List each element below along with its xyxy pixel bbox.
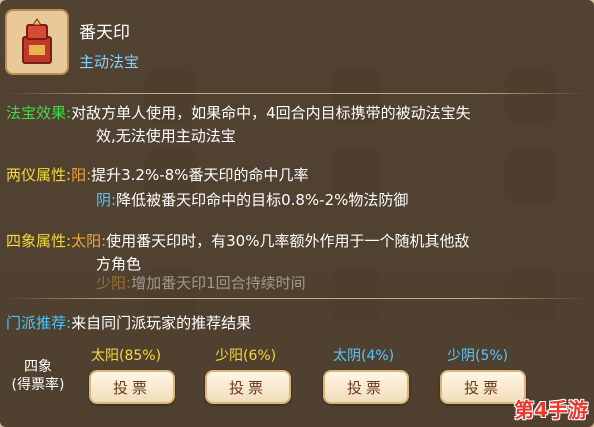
effect-label: 法宝效果: bbox=[6, 104, 72, 122]
site-watermark-logo: 第4手游 bbox=[504, 397, 588, 423]
recommend-label: 门派推荐: bbox=[6, 314, 72, 332]
yin-text: 降低被番天印命中的目标0.8%-2%物法防御 bbox=[116, 191, 409, 209]
vote-option-taiyin-label: 太阴(4%) bbox=[333, 348, 395, 364]
taiyang-key: 太阳: bbox=[71, 232, 107, 250]
item-type: 主动法宝 bbox=[79, 53, 140, 71]
vote-heading: 四象 (得票率) bbox=[4, 358, 72, 394]
recommend-text: 来自同门派玩家的推荐结果 bbox=[71, 314, 252, 332]
liangyi-label: 两仪属性: bbox=[6, 166, 72, 184]
vote-button-shaoyang[interactable]: 投票 bbox=[205, 370, 291, 404]
effect-line-2: 效,无法使用主动法宝 bbox=[96, 127, 236, 145]
liangyi-row-yang: 两仪属性:阳:提升3.2%-8%番天印的命中几率 bbox=[6, 164, 308, 187]
liangyi-row-yin: 阴:降低被番天印命中的目标0.8%-2%物法防御 bbox=[96, 189, 408, 212]
watermark-text: 第4手游 bbox=[514, 398, 588, 422]
yin-key: 阴: bbox=[96, 191, 117, 209]
sixiang-row-shaoyang: 少阳:增加番天印1回合持续时间 bbox=[96, 276, 306, 290]
vote-heading-line-2: (得票率) bbox=[11, 377, 65, 393]
sixiang-label: 四象属性: bbox=[6, 232, 72, 250]
vote-button-taiyang[interactable]: 投票 bbox=[89, 370, 175, 404]
red-seal-box-icon bbox=[5, 9, 69, 75]
vote-heading-line-1: 四象 bbox=[24, 359, 52, 375]
shaoyang-key: 少阳: bbox=[96, 276, 132, 290]
taiyang-text-2: 方角色 bbox=[96, 255, 142, 273]
vote-option-shaoyin-label: 少阴(5%) bbox=[447, 348, 509, 364]
taiyang-text: 使用番天印时，有30%几率额外作用于一个随机其他敌 bbox=[106, 232, 470, 250]
recommend-row: 门派推荐:来自同门派玩家的推荐结果 bbox=[6, 312, 251, 335]
sixiang-row-taiyang: 四象属性:太阳:使用番天印时，有30%几率额外作用于一个随机其他敌 bbox=[6, 230, 591, 253]
vote-option-taiyang-label: 太阳(85%) bbox=[91, 348, 162, 364]
tooltip-panel: 番天印 主动法宝 法宝效果:对敌方单人使用，如果命中，4回合内目标携带的被动法宝… bbox=[0, 0, 594, 427]
yang-text: 提升3.2%-8%番天印的命中几率 bbox=[91, 166, 309, 184]
yang-key: 阳: bbox=[71, 166, 92, 184]
vote-button-taiyin[interactable]: 投票 bbox=[323, 370, 409, 404]
divider bbox=[6, 298, 588, 299]
shaoyang-text: 增加番天印1回合持续时间 bbox=[131, 276, 306, 290]
divider bbox=[6, 93, 588, 94]
effect-line-1: 法宝效果:对敌方单人使用，如果命中，4回合内目标携带的被动法宝失 bbox=[6, 102, 586, 125]
item-name: 番天印 bbox=[79, 23, 130, 43]
effect-text-1: 对敌方单人使用，如果命中，4回合内目标携带的被动法宝失 bbox=[71, 104, 471, 122]
vote-option-shaoyang-label: 少阳(6%) bbox=[215, 348, 277, 364]
